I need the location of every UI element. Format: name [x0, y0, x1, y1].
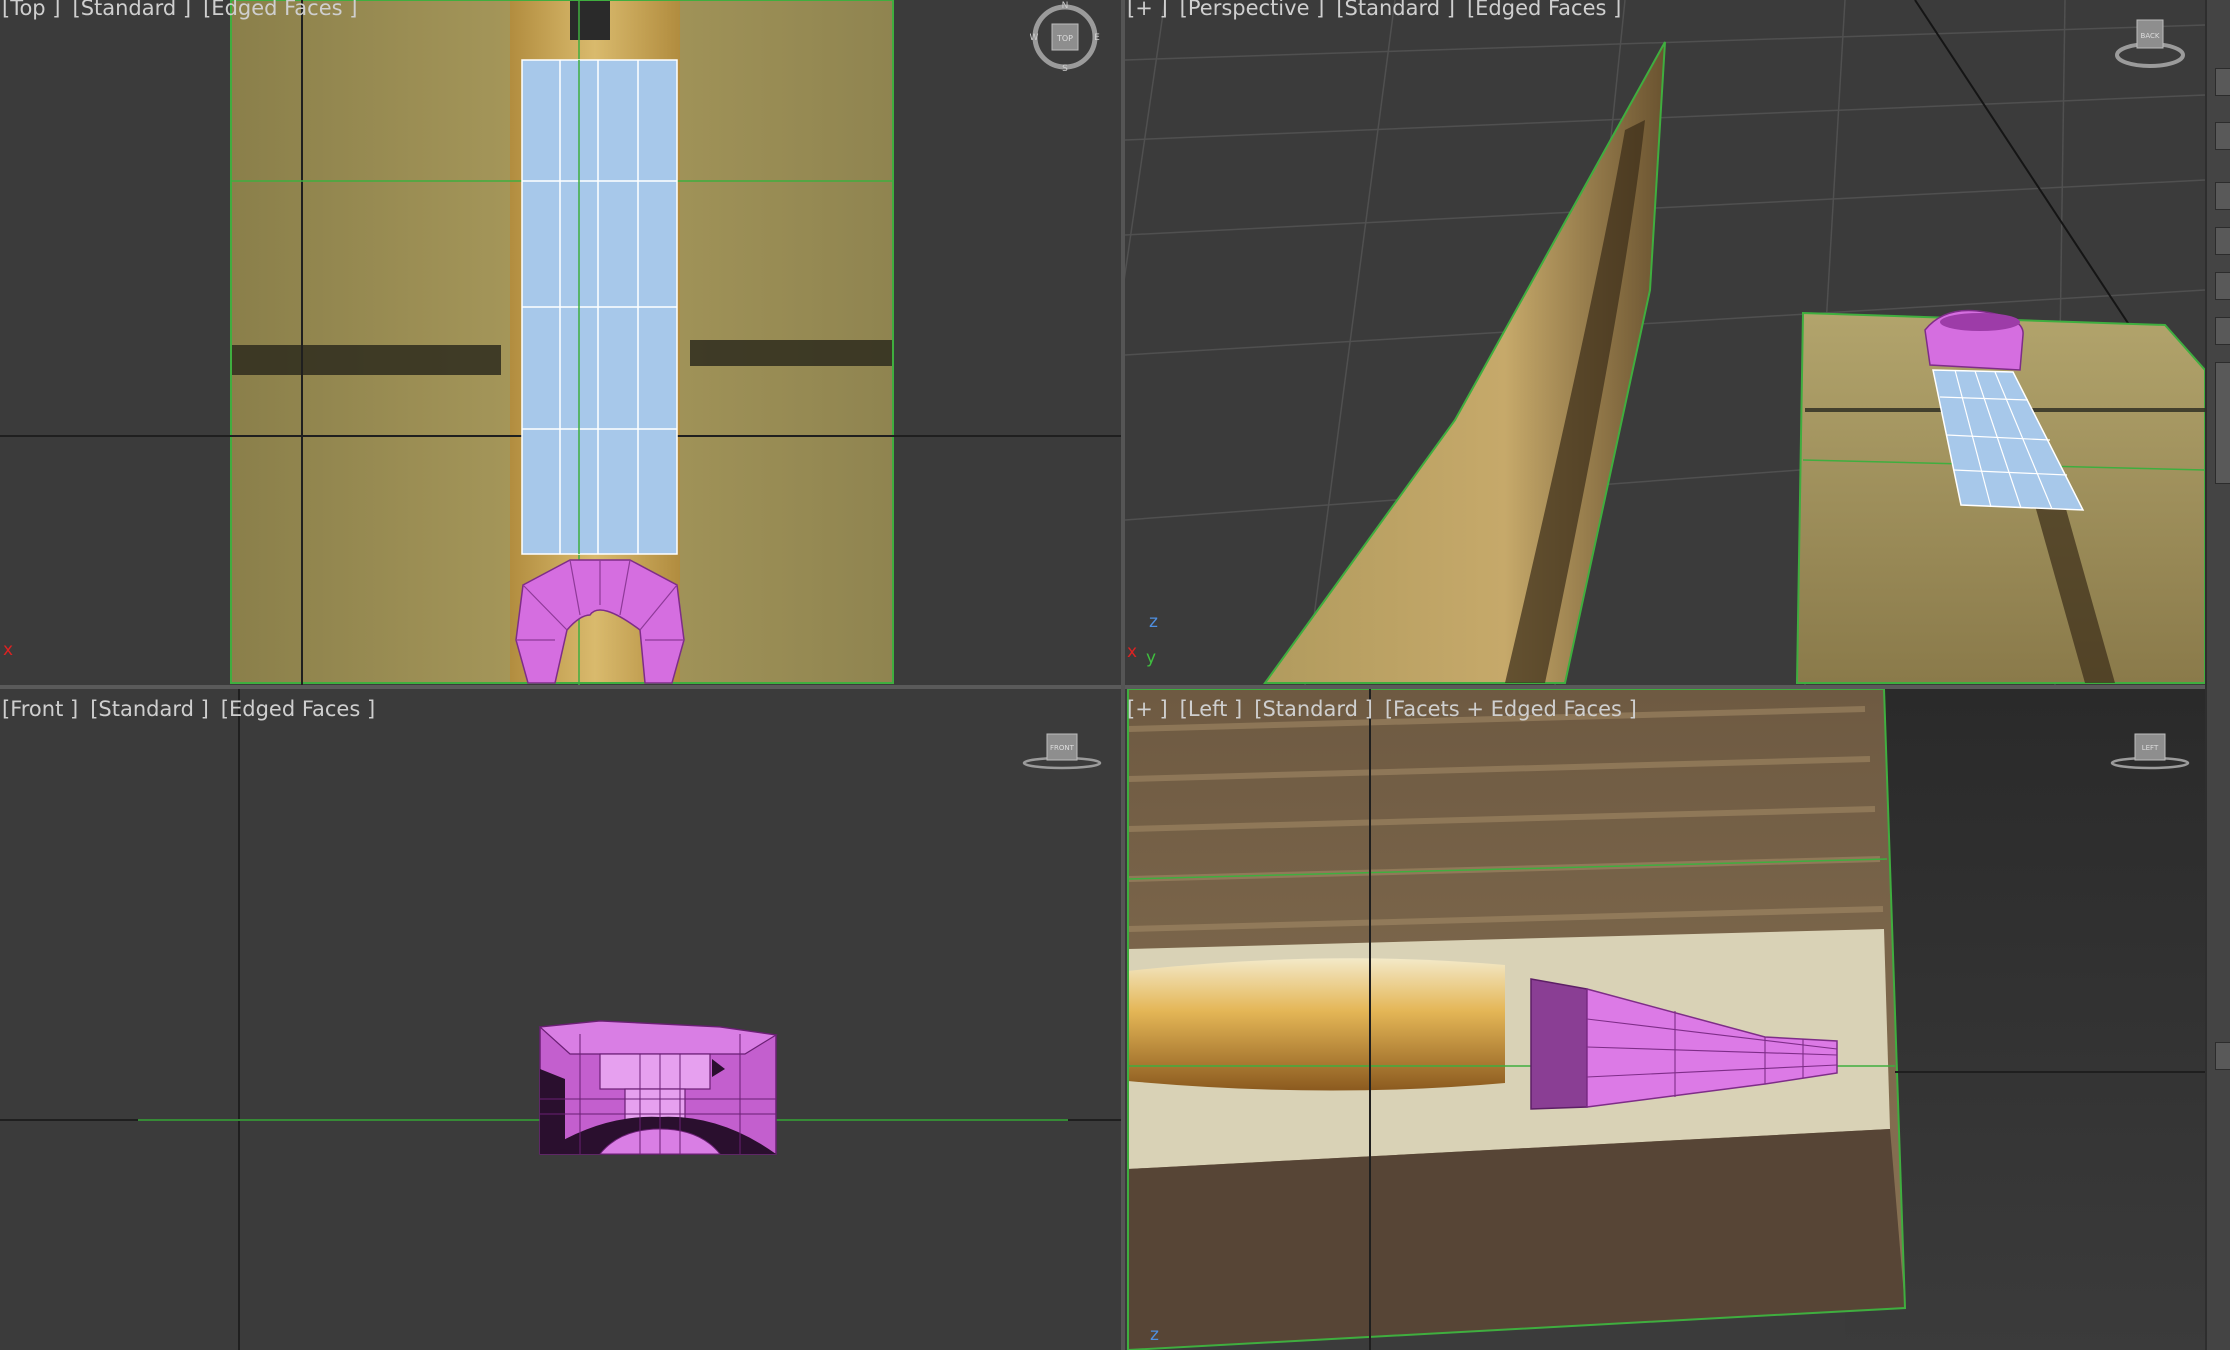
- viewport-label-left[interactable]: [+ ] [Left ] [Standard ] [Facets + Edged Fa…: [1127, 697, 1649, 721]
- svg-text:W: W: [1030, 33, 1039, 43]
- viewcube-left[interactable]: LEFT: [2110, 729, 2190, 774]
- svg-text:E: E: [1094, 33, 1100, 43]
- svg-text:FRONT: FRONT: [1050, 744, 1075, 752]
- panel-button[interactable]: [2215, 1042, 2230, 1070]
- svg-text:TOP: TOP: [1056, 34, 1073, 43]
- panel-scroll-area[interactable]: [2215, 362, 2230, 484]
- panel-button[interactable]: [2215, 317, 2230, 345]
- viewport-front[interactable]: [Front ] [Standard ] [Edged Faces ] FRONT: [0, 689, 1121, 1350]
- viewport-top[interactable]: [Top ] [Standard ] [Edged Faces ] TOP N E …: [0, 0, 1121, 685]
- svg-text:LEFT: LEFT: [2142, 744, 2159, 752]
- panel-button[interactable]: [2215, 122, 2230, 150]
- panel-button[interactable]: [2215, 182, 2230, 210]
- viewcube-perspective[interactable]: BACK: [2110, 15, 2190, 75]
- viewport-left[interactable]: [+ ] [Left ] [Standard ] [Facets + Edged Fa…: [1125, 689, 2205, 1350]
- left-view-scene: [1127, 689, 2205, 1350]
- viewcube-icon: BACK: [2115, 19, 2185, 68]
- top-view-scene: [0, 0, 1121, 685]
- perspective-view-scene: [1125, 0, 2205, 685]
- viewcube-top[interactable]: TOP N E S W: [1030, 0, 1101, 74]
- panel-button[interactable]: [2215, 272, 2230, 300]
- axis-tripod-icon-left: z: [1150, 1325, 1159, 1345]
- viewport-label-perspective[interactable]: [+ ] [Perspective ] [Standard ] [Edged Face…: [1127, 0, 1633, 20]
- svg-text:BACK: BACK: [2141, 32, 2160, 40]
- command-panel-strip: [2205, 0, 2230, 1350]
- viewport-label-front[interactable]: [Front ] [Standard ] [Edged Faces ]: [2, 697, 387, 721]
- front-ring-mesh: [538, 1020, 778, 1155]
- front-view-scene: [0, 689, 1121, 1350]
- svg-text:S: S: [1062, 64, 1068, 72]
- viewport-splitter-vertical[interactable]: [1121, 0, 1125, 1350]
- viewport-splitter-horizontal[interactable]: [0, 685, 2205, 689]
- axis-tripod-icon: x: [3, 640, 14, 660]
- compass-ring-icon: TOP N E S W: [1030, 1, 1101, 74]
- viewcube-icon: FRONT: [1022, 733, 1102, 770]
- panel-button[interactable]: [2215, 227, 2230, 255]
- svg-text:N: N: [1062, 1, 1069, 11]
- viewport-label-top[interactable]: [Top ] [Standard ] [Edged Faces ]: [2, 0, 369, 20]
- viewport-perspective[interactable]: [+ ] [Perspective ] [Standard ] [Edged Face…: [1125, 0, 2205, 685]
- viewcube-icon: LEFT: [2110, 733, 2190, 770]
- viewcube-front[interactable]: FRONT: [1022, 729, 1102, 774]
- panel-button[interactable]: [2215, 68, 2230, 96]
- axis-tripod-icon-perspective: z x y: [1127, 612, 1158, 668]
